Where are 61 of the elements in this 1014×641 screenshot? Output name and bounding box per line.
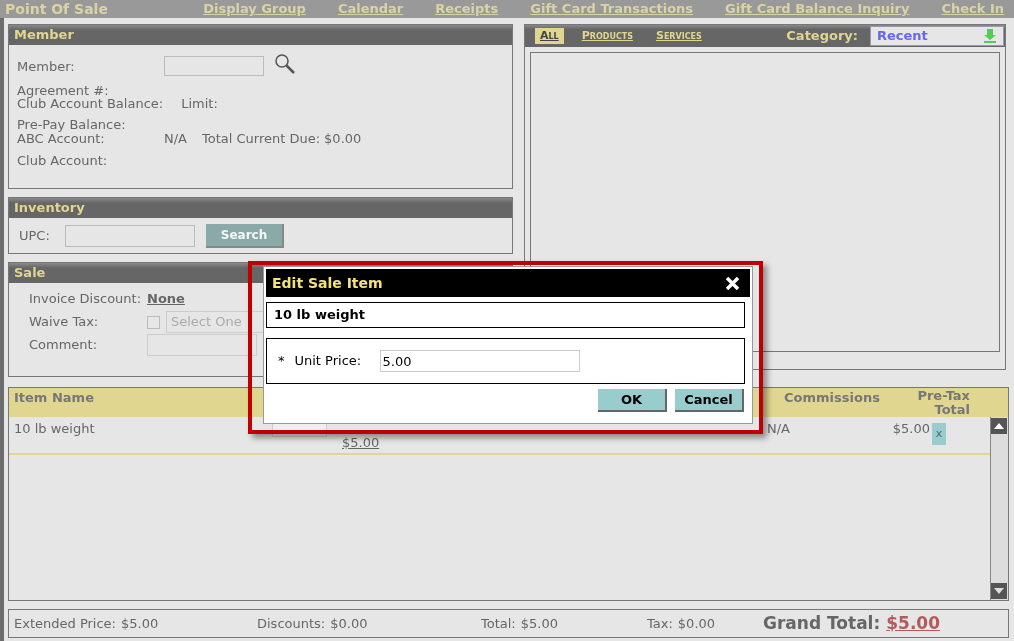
field-value: $0.00 xyxy=(324,130,362,147)
scroll-up-icon[interactable] xyxy=(991,418,1007,434)
price-link[interactable]: $5.00 xyxy=(342,436,427,450)
comment-field[interactable] xyxy=(147,334,257,356)
cancel-button[interactable]: Cancel xyxy=(675,389,744,412)
nav-link[interactable]: Gift Card Transactions xyxy=(530,0,694,19)
total-label: Discounts: xyxy=(257,614,326,633)
field-label: Waive Tax: xyxy=(29,313,100,332)
panel-header: Inventory xyxy=(9,198,512,218)
field-label: ABC Account: xyxy=(17,131,106,147)
invoice-discount-link[interactable]: None xyxy=(147,289,185,309)
total-label: Total: xyxy=(481,614,516,633)
nav-link[interactable]: Calendar xyxy=(337,0,404,19)
field-label: UPC: xyxy=(19,227,51,246)
unit-price-field[interactable]: 5.00 xyxy=(379,350,580,372)
panel-header: Member xyxy=(9,25,512,45)
nav-link[interactable]: Gift Card Balance Inquiry xyxy=(725,0,910,19)
column-header: Commissions xyxy=(784,389,881,407)
field-label: Pre-Pay Balance: xyxy=(17,117,126,132)
column-header: Item Name xyxy=(14,390,94,405)
field-label: Comment: xyxy=(29,336,99,355)
total-value: $0.00 xyxy=(677,614,716,633)
grand-total-link[interactable]: $5.00 xyxy=(886,610,941,637)
download-arrow-icon xyxy=(983,29,997,43)
close-icon[interactable] xyxy=(725,275,740,291)
ok-button[interactable]: OK xyxy=(598,389,667,412)
category-label: Category: xyxy=(786,27,858,46)
field-label: Invoice Discount: xyxy=(29,290,143,309)
member-field[interactable] xyxy=(164,56,264,76)
field-label: Limit: xyxy=(181,95,218,112)
item-name-box: 10 lb weight xyxy=(266,302,745,328)
field-label: Total Current Due: xyxy=(202,130,321,147)
nav-link[interactable]: Display Group xyxy=(203,0,306,19)
field-value: N/A xyxy=(164,130,187,147)
table-cell-text: $5.00 xyxy=(891,420,930,438)
nav-link[interactable]: Check In xyxy=(941,0,1004,19)
field-label: Club Account: xyxy=(17,153,108,168)
catalog-tab[interactable]: All xyxy=(535,27,564,45)
scroll-down-icon[interactable] xyxy=(991,583,1007,599)
total-label: Extended Price: xyxy=(14,614,116,633)
waive-tax-checkbox[interactable] xyxy=(147,315,160,329)
category-select[interactable]: Recent xyxy=(870,26,1004,46)
catalog-tab[interactable]: Services xyxy=(650,27,707,45)
grand-total-label: Grand Total: xyxy=(763,611,881,635)
field-label: Member: xyxy=(17,57,76,75)
catalog-tab[interactable]: Products xyxy=(576,27,638,45)
column-header: Pre-Tax Total xyxy=(916,388,970,417)
remove-button[interactable]: x xyxy=(932,423,946,445)
table-cell-text: 10 lb weight xyxy=(14,420,96,438)
field-label: Agreement #: xyxy=(17,83,109,98)
total-label: Tax: xyxy=(647,614,673,633)
total-value: $5.00 xyxy=(120,614,159,633)
upc-field[interactable] xyxy=(65,225,195,247)
total-value: $0.00 xyxy=(330,614,368,633)
search-icon[interactable] xyxy=(274,53,296,75)
app-title: Point Of Sale xyxy=(5,0,108,19)
required-mark: * xyxy=(278,352,285,371)
table-cell-text: N/A xyxy=(767,420,791,438)
unit-price-label: Unit Price: xyxy=(294,352,363,371)
nav-link[interactable]: Receipts xyxy=(435,0,499,19)
total-value: $5.00 xyxy=(520,614,558,633)
